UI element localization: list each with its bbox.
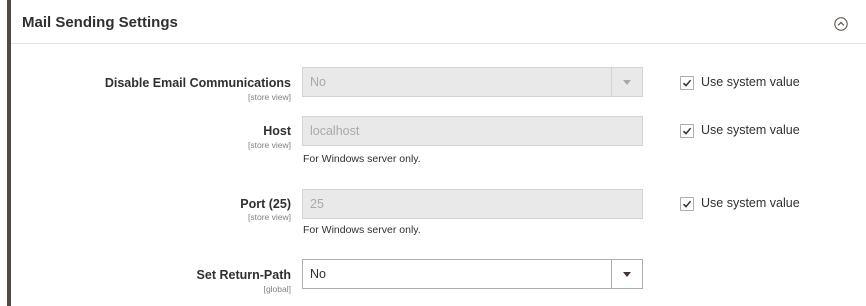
use-system-value-checkbox[interactable] xyxy=(680,197,694,211)
mail-sending-settings-panel: Mail Sending Settings Disable Email Comm… xyxy=(0,0,866,306)
return-path-select[interactable]: No xyxy=(302,259,643,289)
disable-email-select[interactable]: No xyxy=(302,67,643,97)
port-label: Port (25) xyxy=(240,197,291,211)
port-input-value: 25 xyxy=(310,197,324,211)
select-divider xyxy=(611,260,612,288)
checkmark-icon xyxy=(682,79,692,87)
return-path-scope: [global] xyxy=(263,284,291,294)
disable-email-select-value: No xyxy=(310,75,326,89)
use-system-value-checkbox[interactable] xyxy=(680,124,694,138)
port-note: For Windows server only. xyxy=(303,224,421,236)
disable-email-label: Disable Email Communications xyxy=(104,76,291,90)
checkmark-icon xyxy=(682,127,692,135)
host-note: For Windows server only. xyxy=(303,153,421,165)
use-system-value-label[interactable]: Use system value xyxy=(701,123,800,137)
return-path-select-value: No xyxy=(310,267,326,281)
section-header-divider xyxy=(11,43,866,44)
host-scope: [store view] xyxy=(248,140,291,150)
port-input[interactable]: 25 xyxy=(302,189,643,219)
port-scope: [store view] xyxy=(248,212,291,222)
section-title[interactable]: Mail Sending Settings xyxy=(22,14,178,31)
section-accent-border xyxy=(7,0,11,306)
return-path-label: Set Return-Path xyxy=(196,268,291,282)
chevron-down-icon xyxy=(623,272,631,277)
use-system-value-label[interactable]: Use system value xyxy=(701,196,800,210)
disable-email-scope: [store view] xyxy=(248,92,291,102)
host-input-value: localhost xyxy=(310,124,360,138)
checkmark-icon xyxy=(682,200,692,208)
host-label: Host xyxy=(263,124,291,138)
use-system-value-label[interactable]: Use system value xyxy=(701,75,800,89)
chevron-up-circle-icon[interactable] xyxy=(834,17,848,31)
chevron-down-icon xyxy=(623,80,631,85)
select-divider xyxy=(611,68,612,96)
use-system-value-checkbox[interactable] xyxy=(680,76,694,90)
host-input[interactable]: localhost xyxy=(302,116,643,146)
